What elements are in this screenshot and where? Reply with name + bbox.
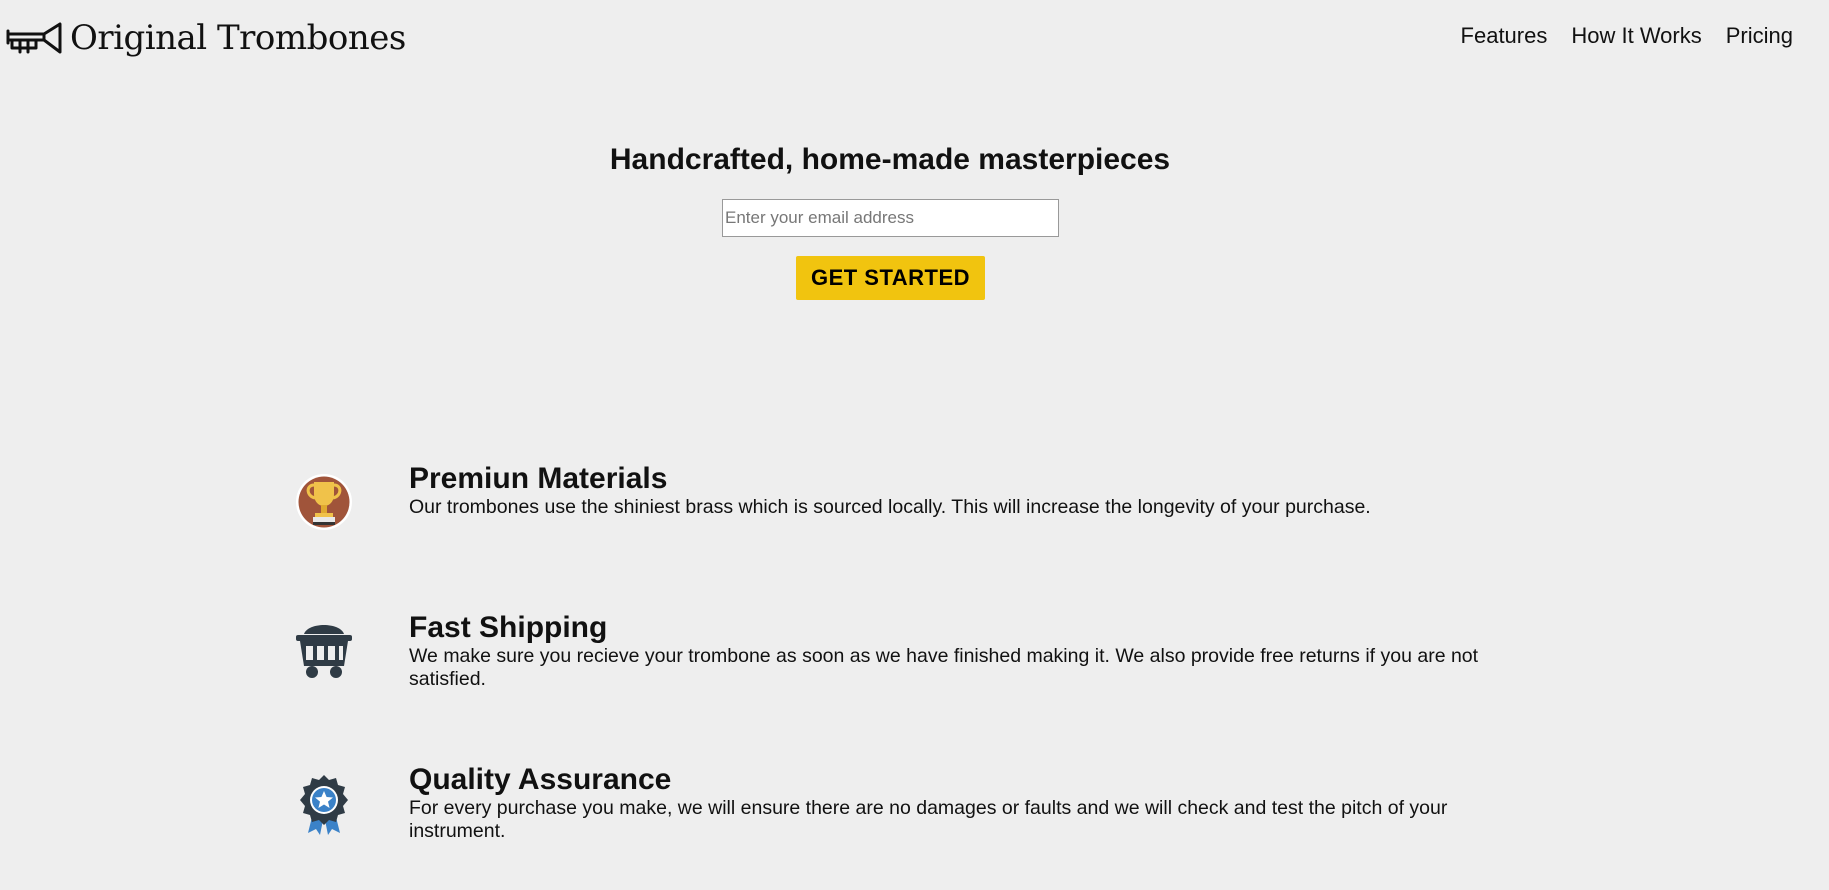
- nav-link-how-it-works[interactable]: How It Works: [1571, 22, 1701, 50]
- logo[interactable]: Original Trombones: [6, 16, 406, 60]
- feature-text: Fast Shipping We make sure you recieve y…: [409, 611, 1519, 691]
- feature-title: Premiun Materials: [409, 462, 668, 495]
- nav-link-features[interactable]: Features: [1461, 22, 1548, 50]
- feature-text: Quality Assurance For every purchase you…: [409, 763, 1519, 843]
- hero: Handcrafted, home-made masterpieces: [0, 140, 1780, 180]
- email-input[interactable]: [722, 199, 1059, 237]
- nav-link-pricing[interactable]: Pricing: [1726, 22, 1793, 50]
- logo-text: Original Trombones: [70, 18, 406, 58]
- main-nav: Features How It Works Pricing: [1437, 22, 1793, 50]
- award-ribbon-icon: [300, 775, 348, 835]
- trombone-icon: [6, 22, 62, 54]
- trophy-icon: [296, 474, 352, 530]
- feature-description: For every purchase you make, we will ens…: [409, 797, 1448, 842]
- feature-title: Fast Shipping: [409, 611, 608, 644]
- feature-title: Quality Assurance: [409, 763, 672, 796]
- feature-text: Premiun Materials Our trombones use the …: [409, 462, 1519, 519]
- hero-title: Handcrafted, home-made masterpieces: [609, 143, 1171, 176]
- site-header: Original Trombones Features How It Works…: [0, 0, 1829, 78]
- feature-description: We make sure you recieve your trombone a…: [409, 645, 1479, 690]
- get-started-button[interactable]: GET STARTED: [796, 256, 985, 300]
- feature-description: Our trombones use the shiniest brass whi…: [409, 496, 1371, 518]
- mine-cart-icon: [296, 625, 352, 678]
